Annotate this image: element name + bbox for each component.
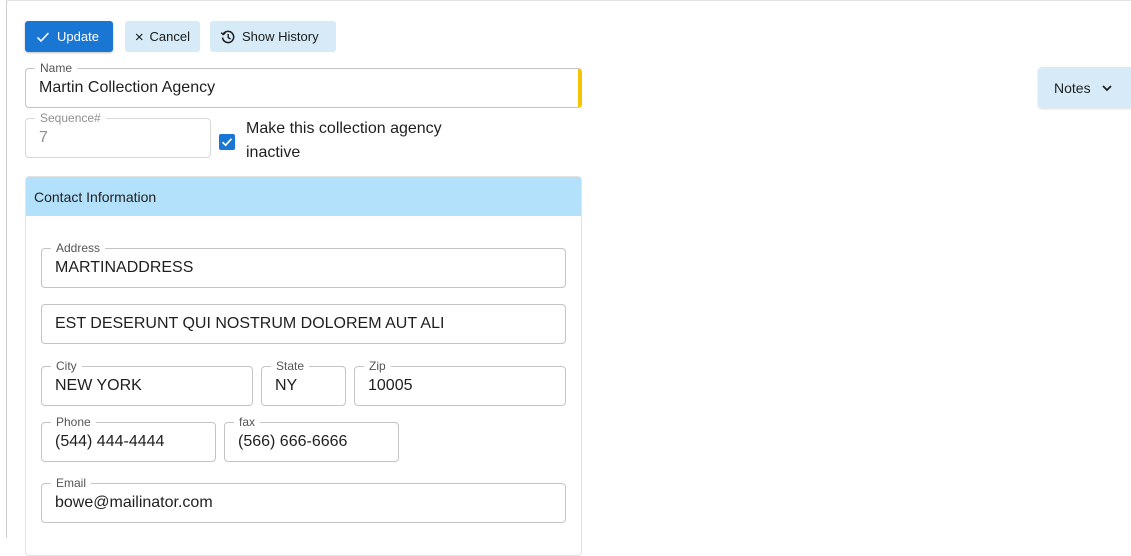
cancel-button[interactable]: Cancel (125, 21, 200, 52)
sequence-field: Sequence# 7 (25, 110, 211, 158)
address-label: Address (51, 240, 106, 256)
name-label: Name (35, 60, 78, 76)
phone-label: Phone (51, 414, 96, 430)
check-icon (36, 31, 50, 42)
notes-panel-toggle[interactable]: Notes (1038, 67, 1131, 108)
phone-value: (544) 444-4444 (55, 433, 165, 450)
update-button-label: Update (57, 29, 99, 44)
page-frame-left (6, 0, 7, 538)
city-value: NEW YORK (55, 377, 142, 394)
state-label: State (271, 358, 310, 374)
inactive-checkbox-label[interactable]: Make this collection agency inactive (246, 117, 476, 165)
name-field[interactable]: Name Martin Collection Agency (25, 60, 582, 108)
sequence-value: 7 (39, 129, 48, 146)
zip-field[interactable]: Zip 10005 (354, 358, 566, 406)
address-field[interactable]: Address MARTINADDRESS (41, 240, 566, 288)
update-button[interactable]: Update (25, 21, 113, 52)
zip-label: Zip (364, 358, 391, 374)
phone-field[interactable]: Phone (544) 444-4444 (41, 414, 216, 462)
close-icon (135, 33, 143, 40)
checkmark-icon (221, 138, 233, 147)
cancel-button-label: Cancel (149, 29, 190, 44)
chevron-down-icon (1101, 84, 1112, 91)
notes-label: Notes (1054, 79, 1091, 96)
show-history-label: Show History (242, 29, 319, 44)
address-line2-field[interactable]: EST DESERUNT QUI NOSTRUM DOLOREM AUT ALI (41, 304, 566, 344)
state-field[interactable]: State NY (261, 358, 346, 406)
address-value: MARTINADDRESS (55, 259, 194, 276)
sequence-label: Sequence# (35, 110, 106, 126)
fax-value: (566) 666-6666 (238, 433, 348, 450)
inactive-checkbox[interactable] (219, 134, 235, 150)
email-value: bowe@mailinator.com (55, 494, 213, 511)
address-line2-value: EST DESERUNT QUI NOSTRUM DOLOREM AUT ALI (55, 315, 445, 332)
name-value: Martin Collection Agency (39, 79, 216, 96)
state-value: NY (275, 377, 298, 394)
email-field[interactable]: Email bowe@mailinator.com (41, 475, 566, 523)
fax-field[interactable]: fax (566) 666-6666 (224, 414, 399, 462)
email-label: Email (51, 475, 92, 491)
zip-value: 10005 (368, 377, 413, 394)
page-frame-top (6, 0, 1131, 1)
show-history-button[interactable]: Show History (210, 21, 336, 52)
city-field[interactable]: City NEW YORK (41, 358, 253, 406)
fax-label: fax (234, 414, 261, 430)
history-icon (220, 30, 235, 43)
contact-information-header[interactable]: Contact Information (26, 177, 581, 216)
city-label: City (51, 358, 82, 374)
